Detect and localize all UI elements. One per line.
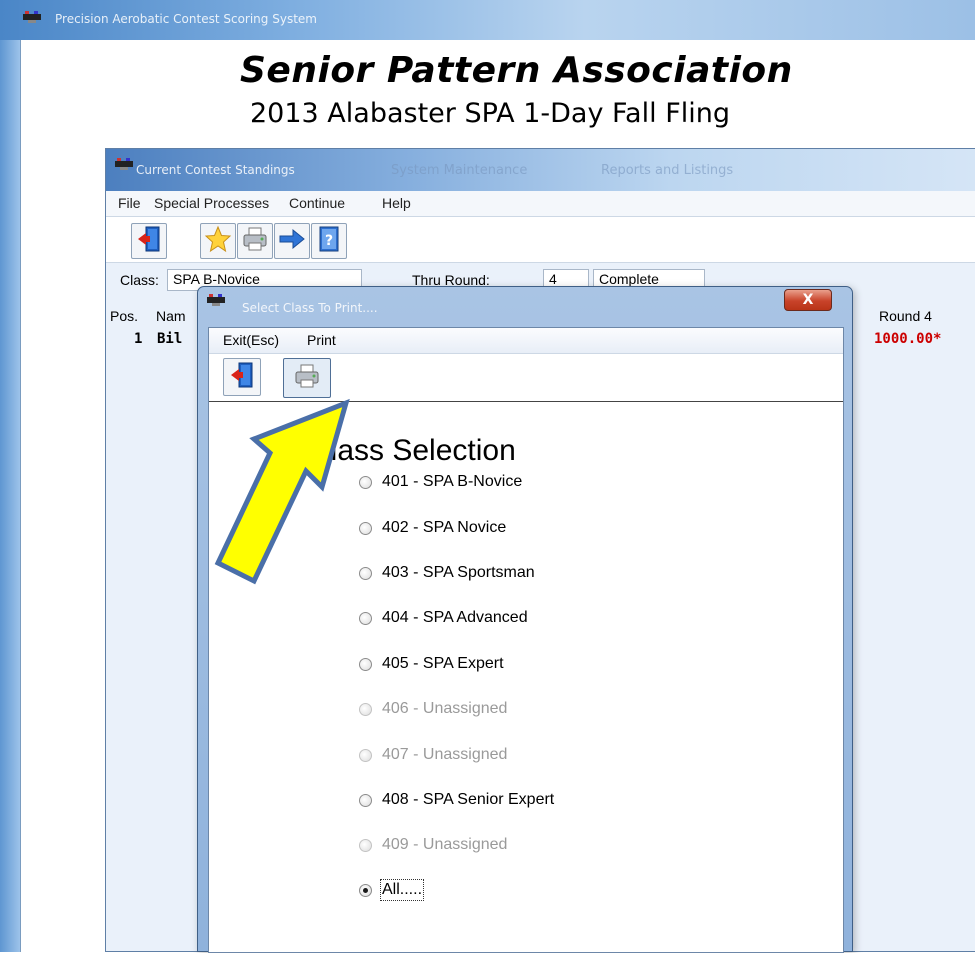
app-icon [206,291,226,313]
radio-option-409: 409 - Unassigned [359,834,507,856]
menu-exit[interactable]: Exit(Esc) [223,332,279,348]
radio-option-404[interactable]: 404 - SPA Advanced [359,607,528,629]
radio-button[interactable] [359,521,372,535]
help-button[interactable]: ? [311,223,347,259]
menu-file[interactable]: File [118,195,141,211]
standings-window-title: Current Contest Standings [136,163,295,177]
menu-print[interactable]: Print [307,332,336,348]
continue-button[interactable] [274,223,310,259]
main-window-frame [0,40,20,952]
class-label: Class: [120,272,159,288]
help-book-icon: ? [316,225,342,257]
radio-label: 405 - SPA Expert [382,655,504,672]
ghost-tab-reports: Reports and Listings [601,163,734,178]
col-round4-header: Round 4 [879,308,932,324]
radio-label: 406 - Unassigned [382,700,508,717]
menu-special-processes[interactable]: Special Processes [154,195,269,211]
radio-option-406: 406 - Unassigned [359,698,507,720]
exit-button[interactable] [131,223,167,259]
radio-label: 401 - SPA B-Novice [382,473,523,490]
radio-button[interactable] [359,793,372,807]
header-title: Senior Pattern Association [240,50,793,91]
radio-button-selected[interactable] [359,883,372,897]
radio-button[interactable] [359,475,372,489]
ghost-tab-system-maintenance: System Maintenance [391,163,528,178]
radio-button[interactable] [359,566,372,580]
radio-option-403[interactable]: 403 - SPA Sportsman [359,562,535,584]
class-selection-title: Class Selection [309,434,516,467]
app-icon [22,8,42,29]
main-window-title: Precision Aerobatic Contest Scoring Syst… [55,12,317,26]
radio-label: 402 - SPA Novice [382,519,507,536]
col-pos-header: Pos. [110,308,139,324]
close-icon: X [802,292,814,308]
radio-label: 408 - SPA Senior Expert [382,791,555,808]
dialog-toolbar [209,354,843,402]
exit-door-icon [136,225,162,257]
radio-option-407: 407 - Unassigned [359,744,507,766]
row-name: Bil [157,331,183,347]
arrow-right-icon [278,225,306,257]
star-icon [204,225,232,257]
print-button[interactable] [237,223,273,259]
menu-help[interactable]: Help [382,195,411,211]
dialog-client: Exit(Esc) Print Class Selection 401 - SP… [208,327,844,953]
standings-menu-bar: File Special Processes Continue Help [106,191,975,217]
radio-label: 409 - Unassigned [382,836,508,853]
row-round4-score: 1000.00* [874,331,942,347]
standings-title-bar: Current Contest Standings System Mainten… [106,149,975,191]
radio-button[interactable] [359,657,372,671]
radio-button[interactable] [359,611,372,625]
exit-door-icon [229,361,255,393]
radio-label: 403 - SPA Sportsman [382,564,535,581]
dialog-exit-button[interactable] [223,358,261,396]
radio-option-402[interactable]: 402 - SPA Novice [359,517,506,539]
dialog-title: Select Class To Print.... [242,301,378,315]
standings-toolbar: ? [106,217,975,263]
col-name-header: Nam [156,308,186,324]
menu-continue[interactable]: Continue [289,195,345,211]
header-subtitle: 2013 Alabaster SPA 1-Day Fall Fling [250,98,730,129]
radio-option-408[interactable]: 408 - SPA Senior Expert [359,789,554,811]
radio-option-401[interactable]: 401 - SPA B-Novice [359,471,522,493]
svg-text:?: ? [325,233,333,249]
radio-option-all[interactable]: All..... [359,879,425,901]
close-button[interactable]: X [784,289,832,311]
radio-button [359,838,372,852]
radio-button [359,702,372,716]
select-class-dialog: Select Class To Print.... X Exit(Esc) Pr… [197,286,853,953]
row-pos: 1 [134,331,143,347]
app-icon [114,155,134,177]
printer-icon [241,225,269,257]
radio-label: All..... [379,879,425,901]
printer-icon [293,362,321,394]
radio-label: 407 - Unassigned [382,746,508,763]
dialog-print-button[interactable] [283,358,331,398]
dialog-title-bar[interactable]: Select Class To Print.... X [198,287,852,327]
radio-button [359,748,372,762]
main-title-bar: Precision Aerobatic Contest Scoring Syst… [0,0,975,40]
radio-label: 404 - SPA Advanced [382,609,528,626]
favorite-button[interactable] [200,223,236,259]
dialog-menu-bar: Exit(Esc) Print [209,328,843,354]
radio-option-405[interactable]: 405 - SPA Expert [359,653,504,675]
